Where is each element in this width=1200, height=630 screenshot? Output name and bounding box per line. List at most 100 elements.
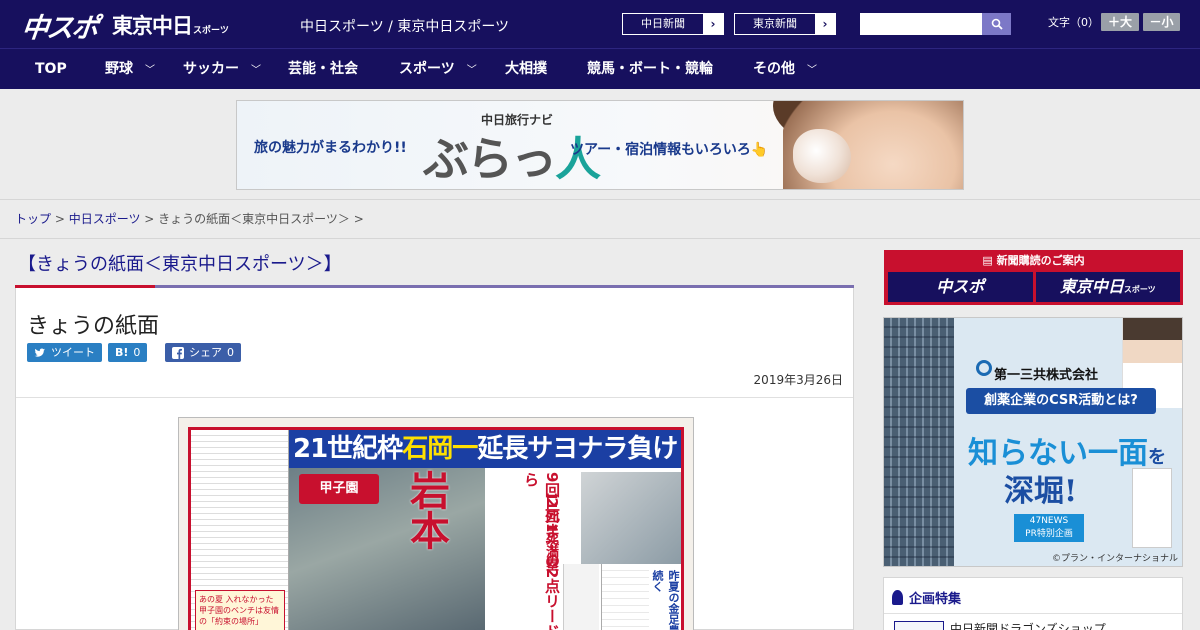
- daiichi-sankyo-logo-icon: [976, 360, 992, 376]
- hatena-bookmark-button[interactable]: B! 0: [108, 343, 148, 362]
- hatena-icon: B!: [115, 346, 129, 359]
- chevron-right-icon: ›: [703, 14, 723, 34]
- banner-left-copy: 旅の魅力がまるわかり!!: [254, 140, 407, 156]
- nav-item-soccer[interactable]: サッカー ﹀: [183, 49, 261, 89]
- ad-photo-credit: ©プラン・インターナショナル: [1051, 554, 1178, 564]
- ad-pr-tag-line-2: PR特別企画: [1025, 529, 1073, 539]
- nav-item-entertainment[interactable]: 芸能・社会: [288, 49, 358, 89]
- tweet-button[interactable]: ツイート: [27, 343, 102, 362]
- banner-area: 旅の魅力がまるわかり!! 中日旅行ナビ ぶらっ人 ツアー・宿泊情報もいろいろ👆: [0, 89, 1200, 200]
- article-column: [563, 564, 599, 630]
- nav-item-label: 野球: [105, 61, 133, 77]
- feature-header: 企画特集: [892, 588, 961, 607]
- chevron-down-icon: ﹀: [145, 65, 155, 76]
- subscription-header-label: 新聞購読のご案内: [996, 254, 1085, 267]
- breadcrumb-separator: >: [349, 212, 364, 226]
- breadcrumb-divider: [0, 238, 1200, 239]
- subscription-header: ▤ 新聞購読のご案内: [885, 251, 1182, 270]
- newspaper-front-page: 21世紀枠石岡一延長サヨナラ負け 甲子園 岩本 9回2死までの2点リードから 1…: [188, 427, 684, 630]
- feature-item-thumbnail[interactable]: [894, 621, 944, 630]
- tokyo-shimbun-label: 東京新聞: [753, 17, 797, 30]
- logo-tokyo-chunichi[interactable]: 東京中日スポーツ: [112, 10, 229, 40]
- nav-item-label: TOP: [35, 61, 67, 77]
- breadcrumb-separator: >: [51, 212, 69, 226]
- chevron-down-icon: ﹀: [807, 65, 817, 76]
- newspaper-blue-vertical-headline: 昨夏の金足農に続く: [649, 570, 681, 630]
- chunichi-shimbun-label: 中日新聞: [641, 17, 685, 30]
- feature-divider: [884, 613, 1182, 614]
- ad-pr-tag-line-1: 47NEWS: [1029, 516, 1069, 526]
- ad-big-copy-2: 深堀!: [1004, 474, 1078, 509]
- subscription-box: ▤ 新聞購読のご案内 中スポ 東京中日スポーツ: [884, 250, 1183, 305]
- ad-big-copy-1-suffix: を: [1148, 447, 1166, 468]
- top-header: 中スポ 東京中日スポーツ 中日スポーツ / 東京中日スポーツ 中日新聞 › 東京…: [0, 0, 1200, 48]
- newspaper-big-name: 岩本: [403, 470, 450, 550]
- subscribe-tokyo-chunichi-link[interactable]: 東京中日スポーツ: [1035, 272, 1180, 302]
- breadcrumb-top-link[interactable]: トップ: [15, 212, 51, 226]
- nav-item-sports[interactable]: スポーツ ﹀: [399, 49, 477, 89]
- nav-item-label: スポーツ: [399, 61, 455, 77]
- daiichi-sankyo-ad[interactable]: 第一三共株式会社 創薬企業のCSR活動とは? 知らない一面を 深堀! 47NEW…: [883, 317, 1183, 567]
- feature-section: 企画特集 中日新聞ドラゴンズショップ: [883, 577, 1183, 630]
- hatena-count: 0: [133, 346, 141, 359]
- feature-header-label: 企画特集: [909, 592, 962, 607]
- ad-pill-copy: 創薬企業のCSR活動とは?: [966, 388, 1156, 414]
- article-card: きょうの紙面 ツイート B! 0 シェア 0 2019年3月26日 21世紀枠石…: [15, 288, 854, 630]
- banner-right-copy: ツアー・宿泊情報もいろいろ👆: [570, 142, 769, 158]
- koshien-logo: 甲子園: [299, 474, 379, 504]
- nav-item-sumo[interactable]: 大相撲: [505, 49, 547, 89]
- site-title: 中日スポーツ / 東京中日スポーツ: [300, 19, 510, 35]
- feature-item-dragons-shop[interactable]: 中日新聞ドラゴンズショップ: [950, 620, 1106, 630]
- nav-item-baseball[interactable]: 野球 ﹀: [105, 49, 155, 89]
- seashell-image: [793, 129, 851, 183]
- newspaper-vertical-headline-2: 11回1死満塁: [543, 492, 558, 572]
- facebook-share-label: シェア: [189, 346, 222, 359]
- nav-item-label: その他: [753, 61, 795, 77]
- font-size-up-button[interactable]: ＋大: [1101, 13, 1139, 31]
- building-image-overlay: [884, 318, 954, 566]
- search-form: [860, 13, 1011, 35]
- facebook-icon: [172, 347, 184, 359]
- breadcrumb-current: きょうの紙面＜東京中日スポーツ＞: [158, 212, 350, 226]
- presenter-photo: [1132, 468, 1172, 548]
- nav-item-label: 芸能・社会: [288, 61, 358, 77]
- headline-part-c: 延長サヨナラ負け: [477, 434, 678, 464]
- ad-pr-tag: 47NEWS PR特別企画: [1014, 514, 1084, 542]
- search-icon: [991, 18, 1003, 30]
- search-button[interactable]: [982, 13, 1011, 35]
- chunichi-shimbun-link[interactable]: 中日新聞 ›: [622, 13, 724, 35]
- ad-company-name: 第一三共株式会社: [994, 368, 1099, 383]
- headline-part-a: 21世紀枠: [293, 434, 403, 464]
- article-title: きょうの紙面: [27, 314, 160, 339]
- medal-icon: [892, 590, 903, 605]
- article-date: 2019年3月26日: [753, 373, 843, 387]
- font-size-label: 文字（0）: [1048, 16, 1099, 29]
- tokyo-shimbun-link[interactable]: 東京新聞 ›: [734, 13, 836, 35]
- nav-item-label: 競馬・ボート・競輪: [587, 61, 713, 77]
- subscribe-tokyo-label: 東京中日: [1059, 277, 1124, 296]
- main-nav: TOP 野球 ﹀ サッカー ﹀ 芸能・社会 スポーツ ﹀ 大相撲 競馬・ボート・競輪 …: [0, 48, 1200, 89]
- nav-item-racing[interactable]: 競馬・ボート・競輪: [587, 49, 713, 89]
- twitter-bird-icon: [34, 348, 45, 357]
- facebook-share-count: 0: [227, 346, 234, 359]
- article-divider: [16, 397, 853, 398]
- subscribe-tokyo-small: スポーツ: [1123, 285, 1156, 294]
- font-size-down-button[interactable]: －小: [1143, 13, 1180, 31]
- search-input[interactable]: [860, 13, 982, 35]
- nav-item-label: 大相撲: [505, 61, 547, 77]
- banner-big-logo-a: ぶらっ: [423, 132, 557, 186]
- newspaper-front-page-image[interactable]: 21世紀枠石岡一延長サヨナラ負け 甲子園 岩本 9回2死までの2点リードから 1…: [178, 417, 694, 630]
- page-heading: 【きょうの紙面＜東京中日スポーツ＞】: [18, 254, 342, 275]
- newspaper-icon: ▤: [982, 254, 997, 267]
- subscribe-chuspo-link[interactable]: 中スポ: [888, 272, 1033, 302]
- logo-chuspo[interactable]: 中スポ: [20, 6, 99, 45]
- logo-tokyo-text: 東京中日: [112, 14, 193, 38]
- nav-item-other[interactable]: その他 ﹀: [753, 49, 817, 89]
- chevron-right-icon: ›: [815, 14, 835, 34]
- breadcrumb-chunichi-link[interactable]: 中日スポーツ: [69, 212, 141, 226]
- chevron-down-icon: ﹀: [466, 65, 477, 76]
- travel-navi-banner-ad[interactable]: 旅の魅力がまるわかり!! 中日旅行ナビ ぶらっ人 ツアー・宿泊情報もいろいろ👆: [236, 100, 964, 190]
- facebook-share-button[interactable]: シェア 0: [165, 343, 241, 362]
- nav-item-top[interactable]: TOP: [35, 49, 67, 89]
- breadcrumb-separator: >: [140, 212, 159, 226]
